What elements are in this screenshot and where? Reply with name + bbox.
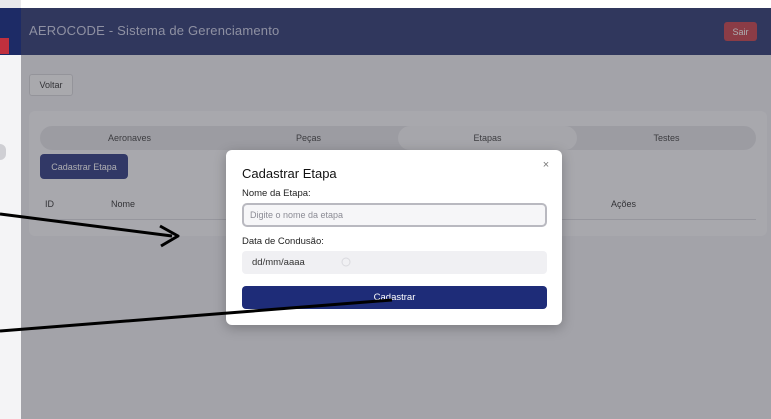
close-icon[interactable]: × bbox=[538, 157, 554, 173]
date-value: dd/mm/aaaa bbox=[252, 257, 305, 268]
stage-name-label: Nome da Etapa: bbox=[242, 188, 311, 199]
modal-title: Cadastrar Etapa bbox=[242, 166, 337, 181]
conclusion-date-input[interactable]: dd/mm/aaaa bbox=[242, 251, 547, 274]
background-window-logout-button bbox=[0, 38, 9, 54]
register-submit-button[interactable]: Cadastrar bbox=[242, 286, 547, 309]
calendar-icon[interactable] bbox=[341, 257, 351, 267]
conclusion-date-label: Data de Condusão: bbox=[242, 236, 324, 247]
background-window-body bbox=[0, 55, 21, 419]
register-stage-modal: Cadastrar Etapa × Nome da Etapa: Data de… bbox=[226, 150, 562, 325]
background-window bbox=[0, 0, 21, 419]
stage-name-input[interactable] bbox=[242, 203, 547, 227]
